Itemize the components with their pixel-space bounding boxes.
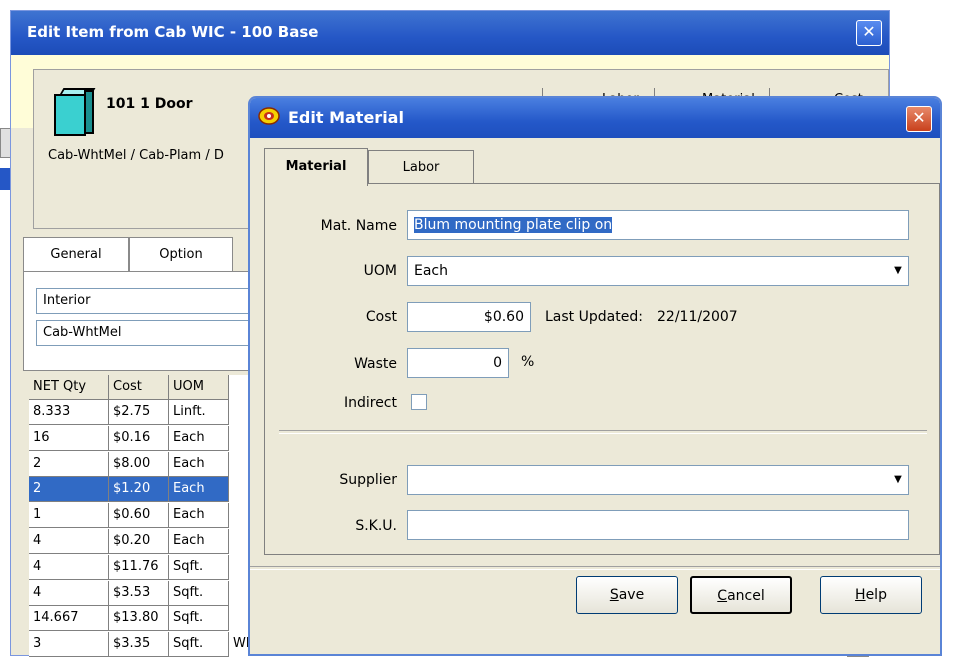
mat-name-value: Blum mounting plate clip on <box>414 217 613 233</box>
help-label-rest: elp <box>865 587 887 603</box>
sku-input[interactable] <box>407 510 909 540</box>
grid-cell-cost[interactable]: $11.76 <box>109 554 169 580</box>
supplier-select[interactable]: ▼ <box>407 465 909 495</box>
tab-labor[interactable]: Labor <box>368 150 474 184</box>
sku-label: S.K.U. <box>355 518 397 534</box>
grid-cell-cost[interactable]: $3.53 <box>109 580 169 606</box>
grid-cell-qty[interactable]: 8.333 <box>29 400 109 425</box>
cancel-label-rest: ancel <box>727 588 765 604</box>
grid-cell-uom[interactable]: Sqft. <box>169 554 229 580</box>
grid-cell-qty[interactable]: 4 <box>29 529 109 554</box>
grid-cell-cost[interactable]: $2.75 <box>109 400 169 425</box>
grid-cell-cost[interactable]: $8.00 <box>109 451 169 477</box>
save-mnemonic: S <box>609 587 619 603</box>
cancel-mnemonic: C <box>717 588 728 604</box>
outer-window-title: Edit Item from Cab WIC - 100 Base <box>27 23 319 41</box>
grid-cell-cost[interactable]: $0.20 <box>109 529 169 554</box>
waste-label: Waste <box>354 356 397 372</box>
grid-cell-uom[interactable]: Each <box>169 529 229 554</box>
dialog-title-bar[interactable]: Edit Material ✕ <box>250 98 940 138</box>
grid-cell-cost[interactable]: $3.35 <box>109 632 169 657</box>
material-group-field[interactable]: Cab-WhtMel <box>36 320 276 346</box>
cancel-button[interactable]: Cancel <box>690 576 792 614</box>
grid-cell-cost[interactable]: $13.80 <box>109 606 169 632</box>
grid-cell-uom[interactable]: Each <box>169 425 229 451</box>
item-path: Cab-WhtMel / Cab-Plam / D <box>48 148 224 163</box>
grid-cell-qty[interactable]: 1 <box>29 503 109 529</box>
cabinet-icon <box>40 80 100 140</box>
help-mnemonic: H <box>855 587 866 603</box>
material-tab-panel: Mat. Name Blum mounting plate clip on UO… <box>264 183 940 555</box>
grid-cell-uom[interactable]: Sqft. <box>169 606 229 632</box>
last-updated-value: 22/11/2007 <box>657 309 738 325</box>
cost-label: Cost <box>365 309 397 325</box>
tab-material[interactable]: Material <box>264 148 368 186</box>
grid-cell-qty[interactable]: 4 <box>29 554 109 580</box>
grid-cell-uom[interactable]: Linft. <box>169 400 229 425</box>
outer-close-button[interactable]: ✕ <box>856 20 882 46</box>
grid-cell-cost[interactable]: $0.60 <box>109 503 169 529</box>
item-name: 101 1 Door <box>106 96 193 112</box>
category-field[interactable]: Interior <box>36 288 276 314</box>
grid-cell-uom[interactable]: Each <box>169 451 229 477</box>
uom-label: UOM <box>363 263 397 279</box>
uom-select[interactable]: Each ▼ <box>407 256 909 286</box>
tab-general[interactable]: General <box>23 237 129 271</box>
mat-name-label: Mat. Name <box>320 218 397 234</box>
chevron-down-icon[interactable]: ▼ <box>889 258 907 284</box>
supplier-label: Supplier <box>339 472 397 488</box>
grid-cell-qty[interactable]: 14.667 <box>29 606 109 632</box>
indirect-checkbox[interactable] <box>411 394 427 410</box>
grid-cell-cost[interactable]: $0.16 <box>109 425 169 451</box>
dialog-close-button[interactable]: ✕ <box>906 106 932 132</box>
percent-unit: % <box>521 354 535 370</box>
grid-cell-qty[interactable]: 3 <box>29 632 109 657</box>
outer-title-bar[interactable]: Edit Item from Cab WIC - 100 Base ✕ <box>11 11 889 55</box>
save-button[interactable]: Save <box>576 576 678 614</box>
tab-option[interactable]: Option <box>129 237 233 271</box>
footer-divider <box>250 566 940 570</box>
section-divider <box>279 430 927 434</box>
grid-cell-uom[interactable]: Sqft. <box>169 580 229 606</box>
waste-input[interactable]: 0 <box>407 348 509 378</box>
grid-header-2[interactable]: UOM <box>169 375 229 400</box>
chevron-down-icon[interactable]: ▼ <box>889 467 907 493</box>
dialog-title: Edit Material <box>288 108 404 127</box>
edit-material-dialog: Edit Material ✕ Material Labor Mat. Name… <box>248 96 942 656</box>
grid-cell-qty[interactable]: 2 <box>29 451 109 477</box>
grid-header-1[interactable]: Cost <box>109 375 169 400</box>
grid-header-0[interactable]: NET Qty <box>29 375 109 400</box>
grid-cell-uom[interactable]: Each <box>169 477 229 503</box>
grid-cell-cost[interactable]: $1.20 <box>109 477 169 503</box>
mat-name-input[interactable]: Blum mounting plate clip on <box>407 210 909 240</box>
grid-cell-uom[interactable]: Sqft. <box>169 632 229 657</box>
app-logo-icon <box>258 107 280 125</box>
last-updated-label: Last Updated: <box>545 309 643 325</box>
help-button[interactable]: Help <box>820 576 922 614</box>
grid-cell-qty[interactable]: 4 <box>29 580 109 606</box>
indirect-label: Indirect <box>343 395 397 411</box>
uom-value: Each <box>414 263 448 279</box>
save-label-rest: ave <box>618 587 645 603</box>
grid-cell-uom[interactable]: Each <box>169 503 229 529</box>
cost-input[interactable]: $0.60 <box>407 302 531 332</box>
grid-cell-qty[interactable]: 16 <box>29 425 109 451</box>
grid-cell-qty[interactable]: 2 <box>29 477 109 503</box>
